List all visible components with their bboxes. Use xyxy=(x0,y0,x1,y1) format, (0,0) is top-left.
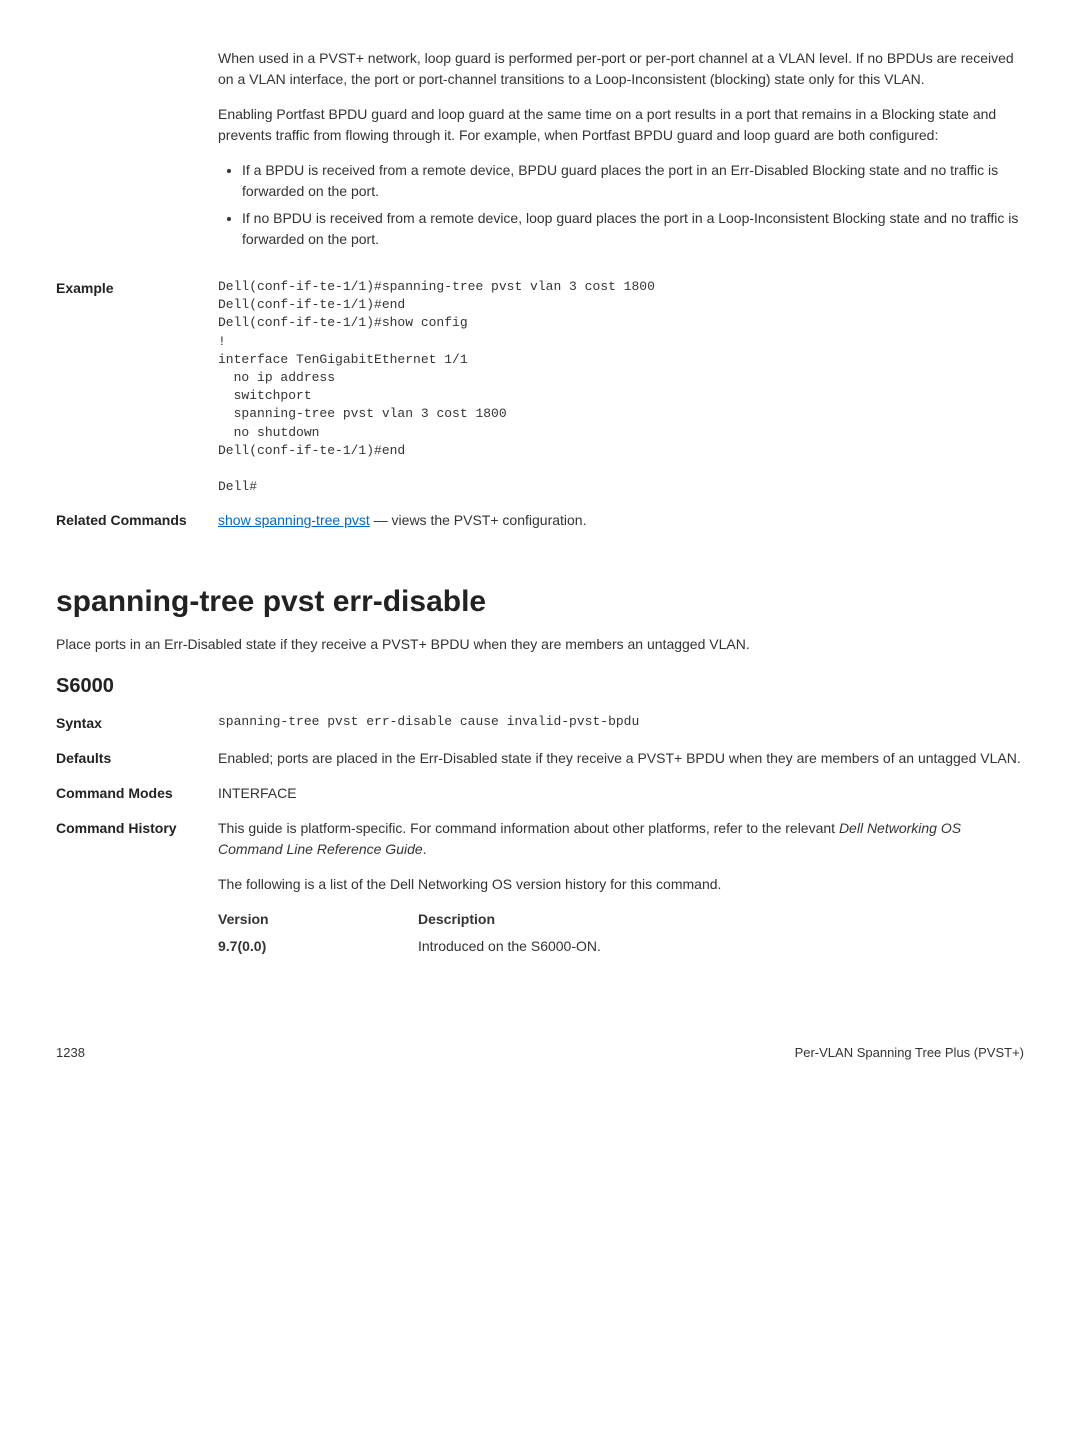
modes-label: Command Modes xyxy=(56,783,218,804)
version-description: Introduced on the S6000-ON. xyxy=(418,936,601,957)
related-link[interactable]: show spanning-tree pvst xyxy=(218,512,370,528)
history-content: This guide is platform-specific. For com… xyxy=(218,818,1024,963)
code-block: Dell(conf-if-te-1/1)#spanning-tree pvst … xyxy=(218,278,1024,496)
example-content: Dell(conf-if-te-1/1)#spanning-tree pvst … xyxy=(218,278,1024,496)
syntax-label: Syntax xyxy=(56,713,218,734)
history-paragraph: The following is a list of the Dell Netw… xyxy=(218,874,1024,895)
example-label: Example xyxy=(56,278,218,496)
history-paragraph: This guide is platform-specific. For com… xyxy=(218,818,1024,860)
list-item: If a BPDU is received from a remote devi… xyxy=(242,160,1024,202)
history-label: Command History xyxy=(56,818,218,963)
footer-title: Per-VLAN Spanning Tree Plus (PVST+) xyxy=(795,1043,1024,1063)
section-intro: Place ports in an Err-Disabled state if … xyxy=(56,634,1024,655)
related-content: show spanning-tree pvst — views the PVST… xyxy=(218,510,1024,531)
related-rest: — views the PVST+ configuration. xyxy=(370,512,587,528)
related-commands-block: Related Commands show spanning-tree pvst… xyxy=(56,510,1024,531)
version-header-row: Version Description xyxy=(218,909,1024,930)
command-modes-block: Command Modes INTERFACE xyxy=(56,783,1024,804)
command-history-block: Command History This guide is platform-s… xyxy=(56,818,1024,963)
example-block: Example Dell(conf-if-te-1/1)#spanning-tr… xyxy=(56,278,1024,496)
defaults-block: Defaults Enabled; ports are placed in th… xyxy=(56,748,1024,769)
version-value: 9.7(0.0) xyxy=(218,936,418,957)
page-number: 1238 xyxy=(56,1043,85,1063)
paragraph: When used in a PVST+ network, loop guard… xyxy=(218,48,1024,90)
usage-content: When used in a PVST+ network, loop guard… xyxy=(218,48,1024,264)
list-item: If no BPDU is received from a remote dev… xyxy=(242,208,1024,250)
usage-information-block: When used in a PVST+ network, loop guard… xyxy=(56,48,1024,264)
section-heading: spanning-tree pvst err-disable xyxy=(56,579,1024,624)
history-p1b: . xyxy=(423,841,427,857)
usage-label xyxy=(56,48,218,264)
defaults-content: Enabled; ports are placed in the Err-Dis… xyxy=(218,748,1024,769)
bullet-list: If a BPDU is received from a remote devi… xyxy=(218,160,1024,250)
paragraph: Enabling Portfast BPDU guard and loop gu… xyxy=(218,104,1024,146)
subheading: S6000 xyxy=(56,671,1024,701)
version-row: 9.7(0.0) Introduced on the S6000-ON. xyxy=(218,936,1024,957)
modes-content: INTERFACE xyxy=(218,783,1024,804)
page-footer: 1238 Per-VLAN Spanning Tree Plus (PVST+) xyxy=(56,1043,1024,1063)
description-header: Description xyxy=(418,909,495,930)
history-p1a: This guide is platform-specific. For com… xyxy=(218,820,839,836)
related-label: Related Commands xyxy=(56,510,218,531)
defaults-label: Defaults xyxy=(56,748,218,769)
syntax-code: spanning-tree pvst err-disable cause inv… xyxy=(218,713,1024,731)
syntax-block: Syntax spanning-tree pvst err-disable ca… xyxy=(56,713,1024,734)
syntax-content: spanning-tree pvst err-disable cause inv… xyxy=(218,713,1024,734)
version-header: Version xyxy=(218,909,418,930)
